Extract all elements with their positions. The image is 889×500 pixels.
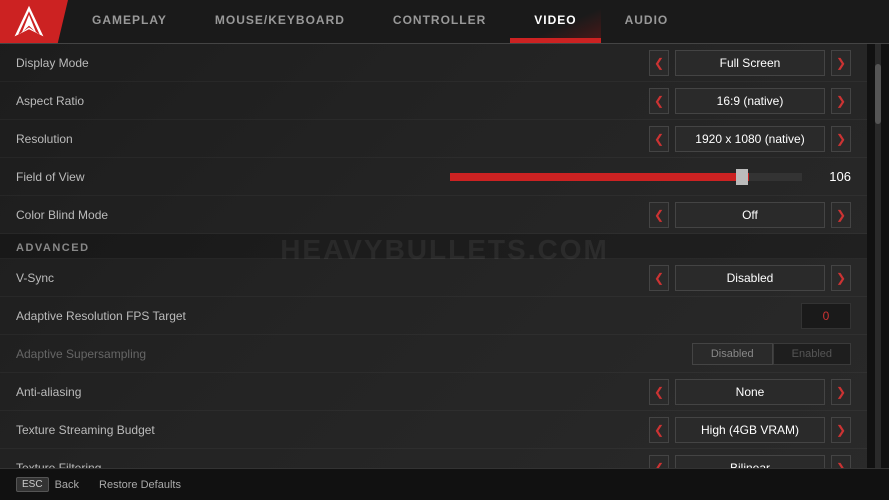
aspect-ratio-row: Aspect Ratio ❮ 16:9 (native) ❯ — [0, 82, 867, 120]
adaptive-ss-label: Adaptive Supersampling — [16, 347, 692, 361]
tab-gameplay[interactable]: GAMEPLAY — [68, 0, 191, 43]
fov-slider[interactable] — [450, 173, 803, 181]
resolution-control: ❮ 1920 x 1080 (native) ❯ — [649, 126, 851, 152]
antialiasing-prev[interactable]: ❮ — [649, 379, 669, 405]
fov-label: Field of View — [16, 170, 426, 184]
tab-video[interactable]: VIDEO — [510, 0, 600, 43]
display-mode-next[interactable]: ❯ — [831, 50, 851, 76]
scroll-thumb — [875, 64, 881, 124]
nav-bar: GAMEPLAY MOUSE/KEYBOARD CONTROLLER VIDEO… — [0, 0, 889, 44]
back-label: Back — [55, 479, 79, 491]
fov-control: 106 — [442, 169, 852, 184]
display-mode-control: ❮ Full Screen ❯ — [649, 50, 851, 76]
right-panel — [867, 44, 889, 500]
texture-streaming-control: ❮ High (4GB VRAM) ❯ — [649, 417, 851, 443]
adaptive-ss-disabled-btn[interactable]: Disabled — [692, 343, 773, 365]
adaptive-ss-row: Adaptive Supersampling Disabled Enabled — [0, 335, 867, 373]
antialiasing-next[interactable]: ❯ — [831, 379, 851, 405]
esc-key-badge: ESC — [16, 477, 49, 492]
aspect-ratio-label: Aspect Ratio — [16, 94, 649, 108]
logo-area — [0, 0, 68, 43]
resolution-next[interactable]: ❯ — [831, 126, 851, 152]
vsync-row: V-Sync ❮ Disabled ❯ — [0, 259, 867, 297]
bottom-bar: ESC Back Restore Defaults — [0, 468, 889, 500]
adaptive-res-row: Adaptive Resolution FPS Target 0 — [0, 297, 867, 335]
tab-mouse-keyboard[interactable]: MOUSE/KEYBOARD — [191, 0, 369, 43]
adaptive-res-control: 0 — [801, 303, 851, 329]
fov-value: 106 — [816, 169, 851, 184]
antialiasing-control: ❮ None ❯ — [649, 379, 851, 405]
resolution-prev[interactable]: ❮ — [649, 126, 669, 152]
vsync-next[interactable]: ❯ — [831, 265, 851, 291]
fov-thumb — [736, 169, 748, 185]
advanced-section-header: ADVANCED — [0, 234, 867, 259]
display-mode-row: Display Mode ❮ Full Screen ❯ — [0, 44, 867, 82]
aspect-ratio-control: ❮ 16:9 (native) ❯ — [649, 88, 851, 114]
resolution-row: Resolution ❮ 1920 x 1080 (native) ❯ — [0, 120, 867, 158]
antialiasing-label: Anti-aliasing — [16, 385, 649, 399]
fov-fill — [450, 173, 750, 181]
adaptive-ss-control: Disabled Enabled — [692, 343, 851, 365]
resolution-label: Resolution — [16, 132, 649, 146]
texture-streaming-label: Texture Streaming Budget — [16, 423, 649, 437]
vsync-prev[interactable]: ❮ — [649, 265, 669, 291]
apex-logo — [11, 4, 47, 40]
vsync-value: Disabled — [675, 265, 825, 291]
adaptive-res-value[interactable]: 0 — [801, 303, 851, 329]
tab-controller[interactable]: CONTROLLER — [369, 0, 510, 43]
colorblind-prev[interactable]: ❮ — [649, 202, 669, 228]
texture-streaming-prev[interactable]: ❮ — [649, 417, 669, 443]
adaptive-res-label: Adaptive Resolution FPS Target — [16, 309, 801, 323]
colorblind-next[interactable]: ❯ — [831, 202, 851, 228]
aspect-ratio-value: 16:9 (native) — [675, 88, 825, 114]
scroll-track[interactable] — [875, 44, 881, 500]
texture-streaming-value: High (4GB VRAM) — [675, 417, 825, 443]
colorblind-row: Color Blind Mode ❮ Off ❯ — [0, 196, 867, 234]
main-content: Display Mode ❮ Full Screen ❯ Aspect Rati… — [0, 44, 889, 500]
fov-row: Field of View 106 — [0, 158, 867, 196]
colorblind-label: Color Blind Mode — [16, 208, 649, 222]
resolution-value: 1920 x 1080 (native) — [675, 126, 825, 152]
restore-defaults-label: Restore Defaults — [99, 479, 181, 491]
vsync-label: V-Sync — [16, 271, 649, 285]
colorblind-control: ❮ Off ❯ — [649, 202, 851, 228]
back-action[interactable]: ESC Back — [16, 477, 79, 492]
display-mode-prev[interactable]: ❮ — [649, 50, 669, 76]
antialiasing-value: None — [675, 379, 825, 405]
aspect-ratio-next[interactable]: ❯ — [831, 88, 851, 114]
adaptive-ss-toggle: Disabled Enabled — [692, 343, 851, 365]
tab-audio[interactable]: AUDIO — [601, 0, 693, 43]
vsync-control: ❮ Disabled ❯ — [649, 265, 851, 291]
restore-defaults-action[interactable]: Restore Defaults — [99, 479, 181, 491]
colorblind-value: Off — [675, 202, 825, 228]
display-mode-value: Full Screen — [675, 50, 825, 76]
display-mode-label: Display Mode — [16, 56, 649, 70]
settings-panel[interactable]: Display Mode ❮ Full Screen ❯ Aspect Rati… — [0, 44, 867, 500]
nav-tabs: GAMEPLAY MOUSE/KEYBOARD CONTROLLER VIDEO… — [68, 0, 889, 43]
antialiasing-row: Anti-aliasing ❮ None ❯ — [0, 373, 867, 411]
texture-streaming-row: Texture Streaming Budget ❮ High (4GB VRA… — [0, 411, 867, 449]
aspect-ratio-prev[interactable]: ❮ — [649, 88, 669, 114]
adaptive-ss-enabled-btn[interactable]: Enabled — [773, 343, 851, 365]
texture-streaming-next[interactable]: ❯ — [831, 417, 851, 443]
